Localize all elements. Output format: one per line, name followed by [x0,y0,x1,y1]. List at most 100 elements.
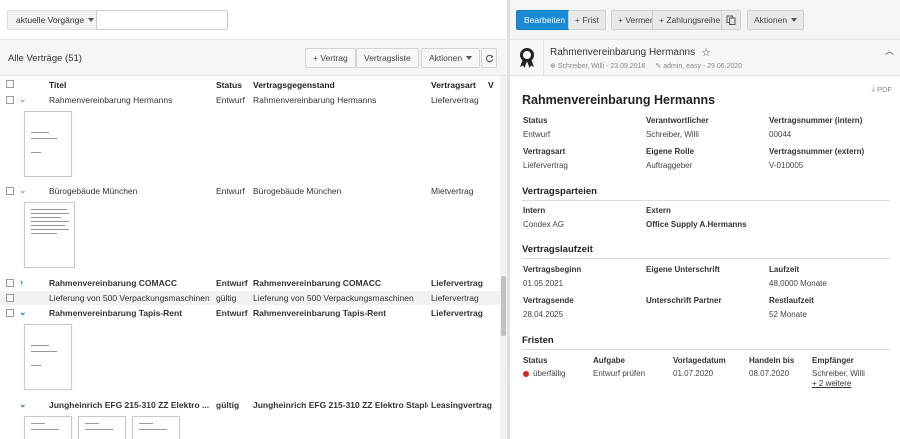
detail-meta: ⊕ Schreiber, Willi - 23.09.2016 ✎ admin,… [550,62,742,70]
table-header: Titel Status Vertragsgegenstand Vertrags… [0,76,507,92]
document-thumbnail[interactable] [132,416,180,439]
filter-dropdown-label: aktuelle Vorgänge [16,15,85,25]
field-value: 01.05.2021 [523,279,564,288]
table-row[interactable]: › Rahmenvereinbarung COMACC Entwurf Rahm… [0,276,500,290]
row-checkbox[interactable] [6,96,14,104]
document-thumbnail[interactable] [78,416,126,439]
chevron-up-icon[interactable]: ︿ [885,44,894,57]
field-remaining: Restlaufzeit 52 Monate [769,296,814,319]
list-scrollbar[interactable] [500,76,507,439]
col-status[interactable]: Status [216,80,242,90]
row-title: Jungheinrich EFG 215-310 ZZ Elektro ... [49,400,210,410]
row-checkbox[interactable] [6,309,14,317]
chevron-right-icon[interactable]: › [20,277,23,287]
col-title[interactable]: Titel [49,80,66,90]
field-start: Vertragsbeginn 01.05.2021 [523,265,581,288]
deadline-actby: 08.07.2020 [749,369,790,378]
row-title: Lieferung von 500 Verpackungsmaschinen [49,293,210,303]
scrollbar-thumb[interactable] [501,276,506,336]
contract-detail-panel: Bearbeiten + Frist + Vermerk + Zahlungsr… [510,0,900,439]
search-input[interactable] [96,10,228,30]
row-title: Rahmenvereinbarung Tapis-Rent [49,308,183,318]
field-label: Restlaufzeit [769,296,814,305]
detail-header: Rahmenvereinbarung Hermanns ☆ ⊕ Schreibe… [510,40,900,76]
chevron-down-icon[interactable]: ⌄ [19,307,27,318]
deadline-col-presented: Vorlagedatum [673,356,726,365]
field-contract-type: Vertragsart Liefervertrag [523,147,568,170]
field-duration: Laufzeit 48,0000 Monate [769,265,827,288]
add-payment-series-button[interactable]: + Zahlungsreihe [652,10,728,30]
meta-edited: ✎ admin, easy - 29.06.2020 [655,62,742,70]
document-thumbnail[interactable] [24,111,72,177]
list-actions-button[interactable]: Aktionen [421,48,481,68]
col-extra[interactable]: V [488,80,494,90]
field-intern: Intern Condex AG [523,206,564,229]
row-checkbox[interactable] [6,294,14,302]
row-status: Entwurf [216,186,245,196]
field-number-external: Vertragsnummer (extern) V-010005 [769,147,864,170]
chevron-down-icon [466,56,473,60]
col-subject[interactable]: Vertragsgegenstand [253,80,335,90]
refresh-button[interactable] [481,48,497,68]
contract-list-panel: aktuelle Vorgänge Alle Verträge (51) + V… [0,0,507,439]
deadline-task[interactable]: Entwurf prüfen [593,369,645,378]
download-icon: ⤓ [871,84,875,93]
detail-title: Rahmenvereinbarung Hermanns [522,93,716,107]
row-type: Liefervertrag [431,293,479,303]
deadline-col-recipient: Empfänger [812,356,854,365]
field-value[interactable]: Office Supply A.Hermanns [646,220,747,229]
detail-header-title: Rahmenvereinbarung Hermanns [550,47,696,58]
detail-toolbar: Bearbeiten + Frist + Vermerk + Zahlungsr… [510,0,900,40]
row-type: Liefervertrag [431,95,479,105]
copy-button[interactable] [721,10,741,30]
field-label: Eigene Unterschrift [646,265,720,274]
table-row[interactable]: ⌄ Jungheinrich EFG 215-310 ZZ Elektro ..… [0,398,500,412]
pdf-export-link[interactable]: ⤓ PDF [872,84,892,94]
field-value: Entwurf [523,130,551,139]
row-status: Entwurf [216,278,248,288]
row-status: Entwurf [216,95,245,105]
col-type[interactable]: Vertragsart [431,80,476,90]
deadline-recipient: Schreiber, Willi [812,369,865,378]
pencil-icon: ✎ [655,63,662,70]
field-end: Vertragsende 28.04.2025 [523,296,574,319]
row-title: Bürogebäude München [49,186,138,196]
table-row[interactable]: ⌄ Bürogebäude München Entwurf Bürogebäud… [0,184,500,198]
star-icon[interactable]: ☆ [701,46,711,59]
chevron-down-icon[interactable]: ⌄ [19,399,27,410]
add-contract-button[interactable]: + Vertrag [305,48,356,68]
field-label: Unterschrift Partner [646,296,722,305]
award-icon [519,48,534,68]
field-value: 48,0000 Monate [769,279,827,288]
deadline-col-status: Status [523,356,548,365]
field-label: Vertragsart [523,147,566,156]
row-checkbox[interactable] [6,279,14,287]
field-value: 52 Monate [769,310,807,319]
contract-type-icon-box [510,40,544,76]
deadline-status[interactable]: überfällig [523,369,565,378]
more-recipients-link[interactable]: + 2 weitere [812,379,851,388]
row-checkbox[interactable] [6,187,14,195]
chevron-down-icon[interactable]: ⌄ [19,185,27,196]
contract-list-button[interactable]: Vertragsliste [356,48,419,68]
field-value: V-010005 [769,161,804,170]
edit-button[interactable]: Bearbeiten [516,10,574,30]
meta-created-text: Schreiber, Willi - 23.09.2016 [557,63,646,70]
document-thumbnail[interactable] [24,202,75,268]
select-all-checkbox[interactable] [6,80,14,88]
filter-bar: aktuelle Vorgänge [0,0,507,40]
table-row[interactable]: Lieferung von 500 Verpackungsmaschinen g… [0,291,500,305]
document-thumbnail[interactable] [24,324,72,390]
section-parties: Vertragsparteien [522,186,890,201]
meta-created: ⊕ Schreiber, Willi - 23.09.2016 [550,62,645,70]
field-label: Vertragsende [523,296,574,305]
chevron-down-icon[interactable]: ⌄ [19,94,27,105]
document-thumbnail[interactable] [24,416,72,439]
list-title: Alle Verträge (51) [8,53,82,64]
filter-dropdown[interactable]: aktuelle Vorgänge [7,10,104,30]
detail-actions-button[interactable]: Aktionen [747,10,805,30]
table-row[interactable]: ⌄ Rahmenvereinbarung Tapis-Rent Entwurf … [0,306,500,320]
table-row[interactable]: ⌄ Rahmenvereinbarung Hermanns Entwurf Ra… [0,93,500,107]
field-label: Intern [523,206,546,215]
add-deadline-button[interactable]: + Frist [568,10,606,30]
